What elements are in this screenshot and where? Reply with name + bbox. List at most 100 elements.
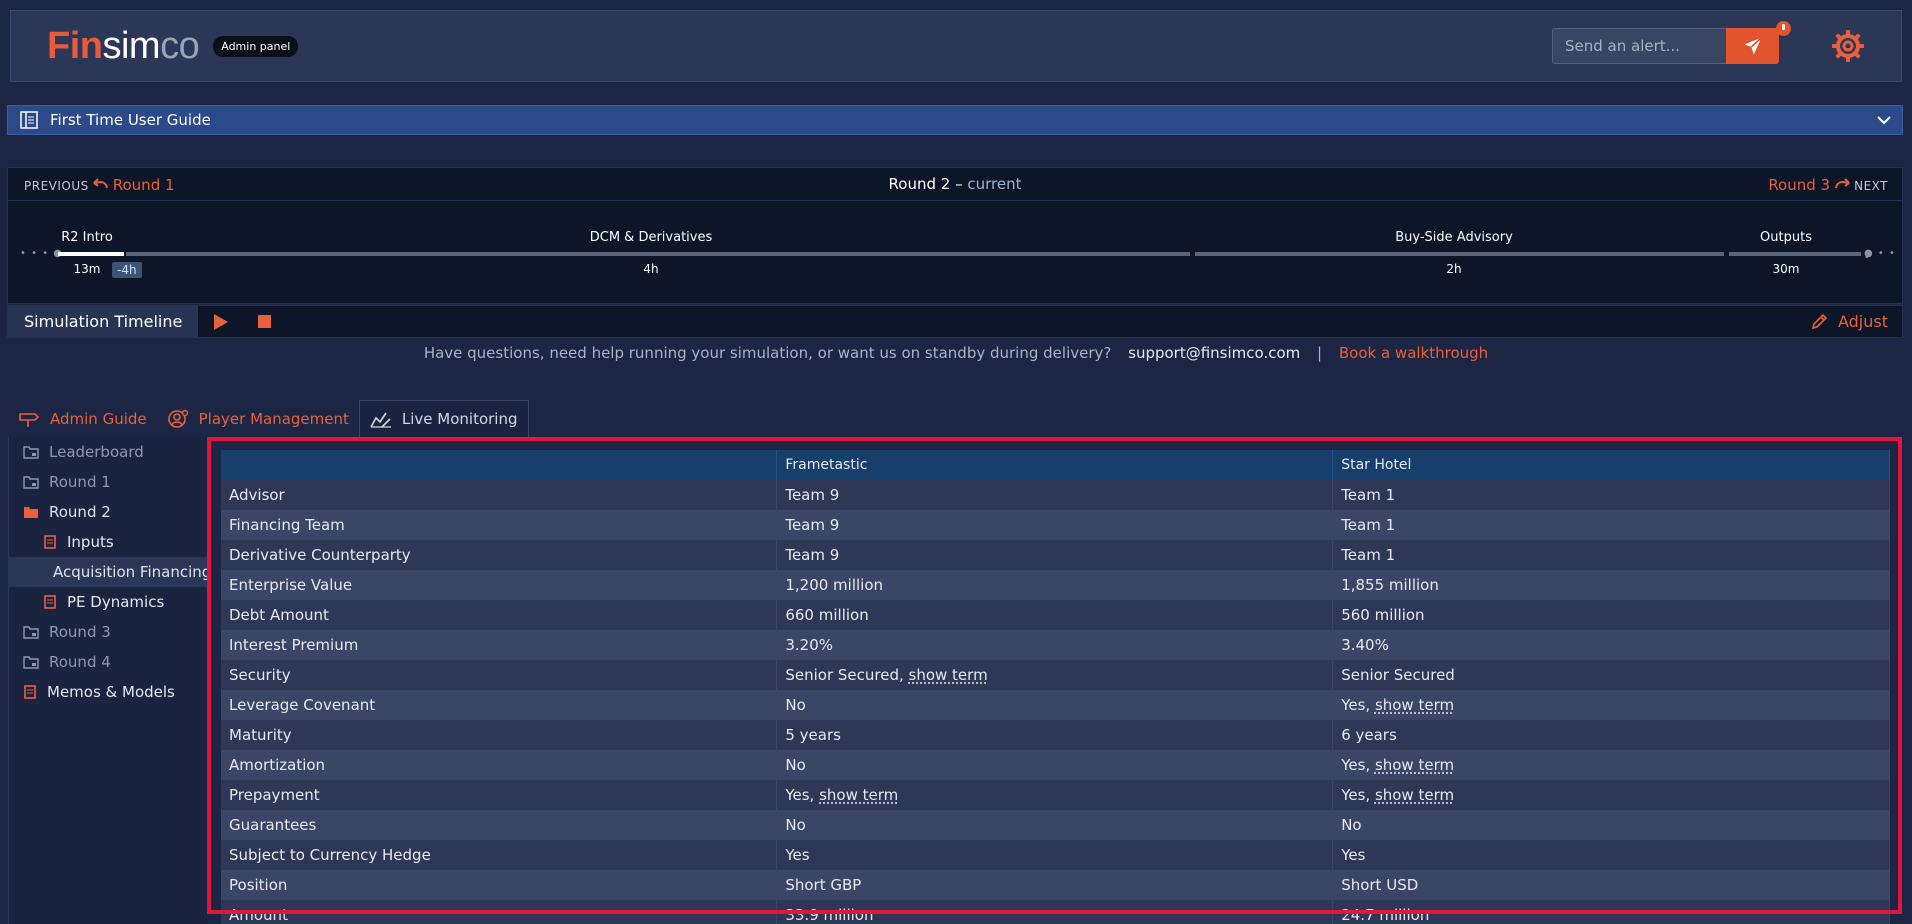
sidebar-item-pe-dynamics[interactable]: PE Dynamics <box>9 587 208 617</box>
star-hotel-cell: Yes, show term <box>1332 690 1890 720</box>
round-navigation: PREVIOUS Round 1 Round 2 – current Round… <box>8 168 1902 201</box>
logo-text-co: co <box>160 24 200 67</box>
cell-value: Yes, <box>785 786 820 804</box>
table-row: Debt Amount 660 million 560 million <box>221 600 1890 630</box>
table-row: Amortization No Yes, show term <box>221 750 1890 780</box>
support-email-link[interactable]: support@finsimco.com <box>1128 344 1300 362</box>
cell-value: Security <box>229 666 291 684</box>
guide-label: First Time User Guide <box>50 111 211 129</box>
show-term-link[interactable]: show term <box>1375 696 1454 714</box>
finsimco-logo[interactable]: Fin sim co <box>47 24 200 68</box>
table-row: Leverage Covenant No Yes, show term <box>221 690 1890 720</box>
logo-text-fin: Fin <box>47 24 103 67</box>
monitoring-sidebar: Leaderboard Round 1 Round 2 Inputs Acqui… <box>8 437 211 924</box>
cell-value: No <box>785 756 806 774</box>
scroll-icon <box>24 685 36 699</box>
cell-value: Advisor <box>229 486 285 504</box>
send-alert-button[interactable] <box>1726 28 1779 64</box>
book-walkthrough-link[interactable]: Book a walkthrough <box>1339 344 1488 362</box>
tab-live-monitoring[interactable]: Live Monitoring <box>358 400 529 437</box>
settings-button[interactable] <box>1831 29 1865 67</box>
show-term-link[interactable]: show term <box>1375 786 1454 804</box>
cell-value: Yes, <box>1341 756 1375 774</box>
next-round-link[interactable]: Round 3 NEXT <box>1768 176 1888 194</box>
user-gear-icon <box>167 409 188 428</box>
header-cell-star-hotel: Star Hotel <box>1332 450 1890 480</box>
row-label-cell: Enterprise Value <box>221 570 778 600</box>
sidebar-item-memos-models[interactable]: Memos & Models <box>9 677 208 707</box>
cell-value: Amount <box>229 906 288 924</box>
stop-icon[interactable] <box>258 315 272 328</box>
sidebar-item-round-1[interactable]: Round 1 <box>9 467 208 497</box>
row-label-cell: Prepayment <box>221 780 778 810</box>
support-question: Have questions, need help running your s… <box>423 344 1112 362</box>
frametastic-cell: 660 million <box>776 600 1334 630</box>
current-round-title: Round 2 – current <box>8 175 1902 193</box>
sidebar-item-acquisition-financing[interactable]: Acquisition Financing <box>9 557 211 587</box>
table-row: Derivative Counterparty Team 9 Team 1 <box>221 540 1890 570</box>
cell-value: Debt Amount <box>229 606 329 624</box>
show-term-link[interactable]: show term <box>909 666 988 684</box>
star-hotel-cell: Team 1 <box>1332 480 1890 510</box>
folder-closed-icon <box>23 476 39 489</box>
current-round-separator: – <box>950 175 968 193</box>
cell-value: Short USD <box>1341 876 1419 894</box>
cell-value: Subject to Currency Hedge <box>229 846 431 864</box>
cell-value: 3.40% <box>1341 636 1389 654</box>
cell-value: No <box>1341 816 1362 834</box>
segment-track-outputs[interactable] <box>1729 252 1861 256</box>
chevron-down-icon[interactable] <box>1876 112 1892 128</box>
show-term-link[interactable]: show term <box>1375 756 1454 774</box>
cell-value: Team 1 <box>1341 486 1396 504</box>
row-label-cell: Leverage Covenant <box>221 690 778 720</box>
now-marker <box>120 252 124 256</box>
adjust-button[interactable]: Adjust <box>1811 312 1888 331</box>
table-row: Guarantees No No <box>221 810 1890 840</box>
acquisition-financing-table-container: Frametastic Star Hotel Advisor Team 9 Team… <box>221 450 1890 924</box>
main-tabs: Admin Guide Player Management Live Monit… <box>8 400 529 437</box>
cell-value: 5 years <box>785 726 841 744</box>
segment-label-r2-intro: R2 Intro <box>61 230 113 245</box>
star-hotel-cell: Yes <box>1332 840 1890 870</box>
frametastic-cell: 33.9 million <box>776 900 1334 924</box>
cell-value: Senior Secured, <box>785 666 909 684</box>
sidebar-item-round-4[interactable]: Round 4 <box>9 647 208 677</box>
tab-admin-guide[interactable]: Admin Guide <box>8 400 157 437</box>
redo-arrow-icon <box>1835 178 1850 189</box>
table-row: Amount 33.9 million 24.7 million <box>221 900 1890 924</box>
segment-track-r2-intro[interactable] <box>58 252 122 256</box>
cell-value: Team 9 <box>785 516 840 534</box>
play-icon[interactable] <box>214 313 229 330</box>
segment-track-buy-side[interactable] <box>1195 252 1724 256</box>
table-row: Enterprise Value 1,200 million 1,855 milli… <box>221 570 1890 600</box>
sidebar-item-round-2[interactable]: Round 2 <box>9 497 208 527</box>
show-term-link[interactable]: show term <box>819 786 898 804</box>
alert-input[interactable] <box>1552 28 1726 64</box>
cell-value: Amortization <box>229 756 326 774</box>
cell-value: 33.9 million <box>785 906 874 924</box>
star-hotel-cell: Yes, show term <box>1332 750 1890 780</box>
segment-duration-buy-side: 2h <box>1446 262 1462 276</box>
frametastic-cell: Yes <box>776 840 1334 870</box>
row-label-cell: Security <box>221 660 778 690</box>
segment-track-dcm[interactable] <box>126 252 1190 256</box>
star-hotel-cell: Yes, show term <box>1332 780 1890 810</box>
cell-value: No <box>785 696 806 714</box>
sidebar-item-inputs[interactable]: Inputs <box>9 527 208 557</box>
cell-value: Position <box>229 876 288 894</box>
app-header: Fin sim co Admin panel <box>10 10 1902 82</box>
segment-label-dcm: DCM & Derivatives <box>589 230 713 245</box>
tab-player-management[interactable]: Player Management <box>157 400 359 437</box>
cell-value: Yes <box>785 846 810 864</box>
star-hotel-cell: Team 1 <box>1332 510 1890 540</box>
first-time-user-guide-bar[interactable]: First Time User Guide <box>7 105 1903 135</box>
cell-value: 24.7 million <box>1341 906 1430 924</box>
cell-value: Guarantees <box>229 816 317 834</box>
time-offset-badge: -4h <box>112 262 142 278</box>
sidebar-item-leaderboard[interactable]: Leaderboard <box>9 437 208 467</box>
frametastic-cell: Team 9 <box>776 480 1334 510</box>
cell-value: Interest Premium <box>229 636 359 654</box>
sidebar-item-round-3[interactable]: Round 3 <box>9 617 208 647</box>
table-row: Subject to Currency Hedge Yes Yes <box>221 840 1890 870</box>
row-label-cell: Debt Amount <box>221 600 778 630</box>
